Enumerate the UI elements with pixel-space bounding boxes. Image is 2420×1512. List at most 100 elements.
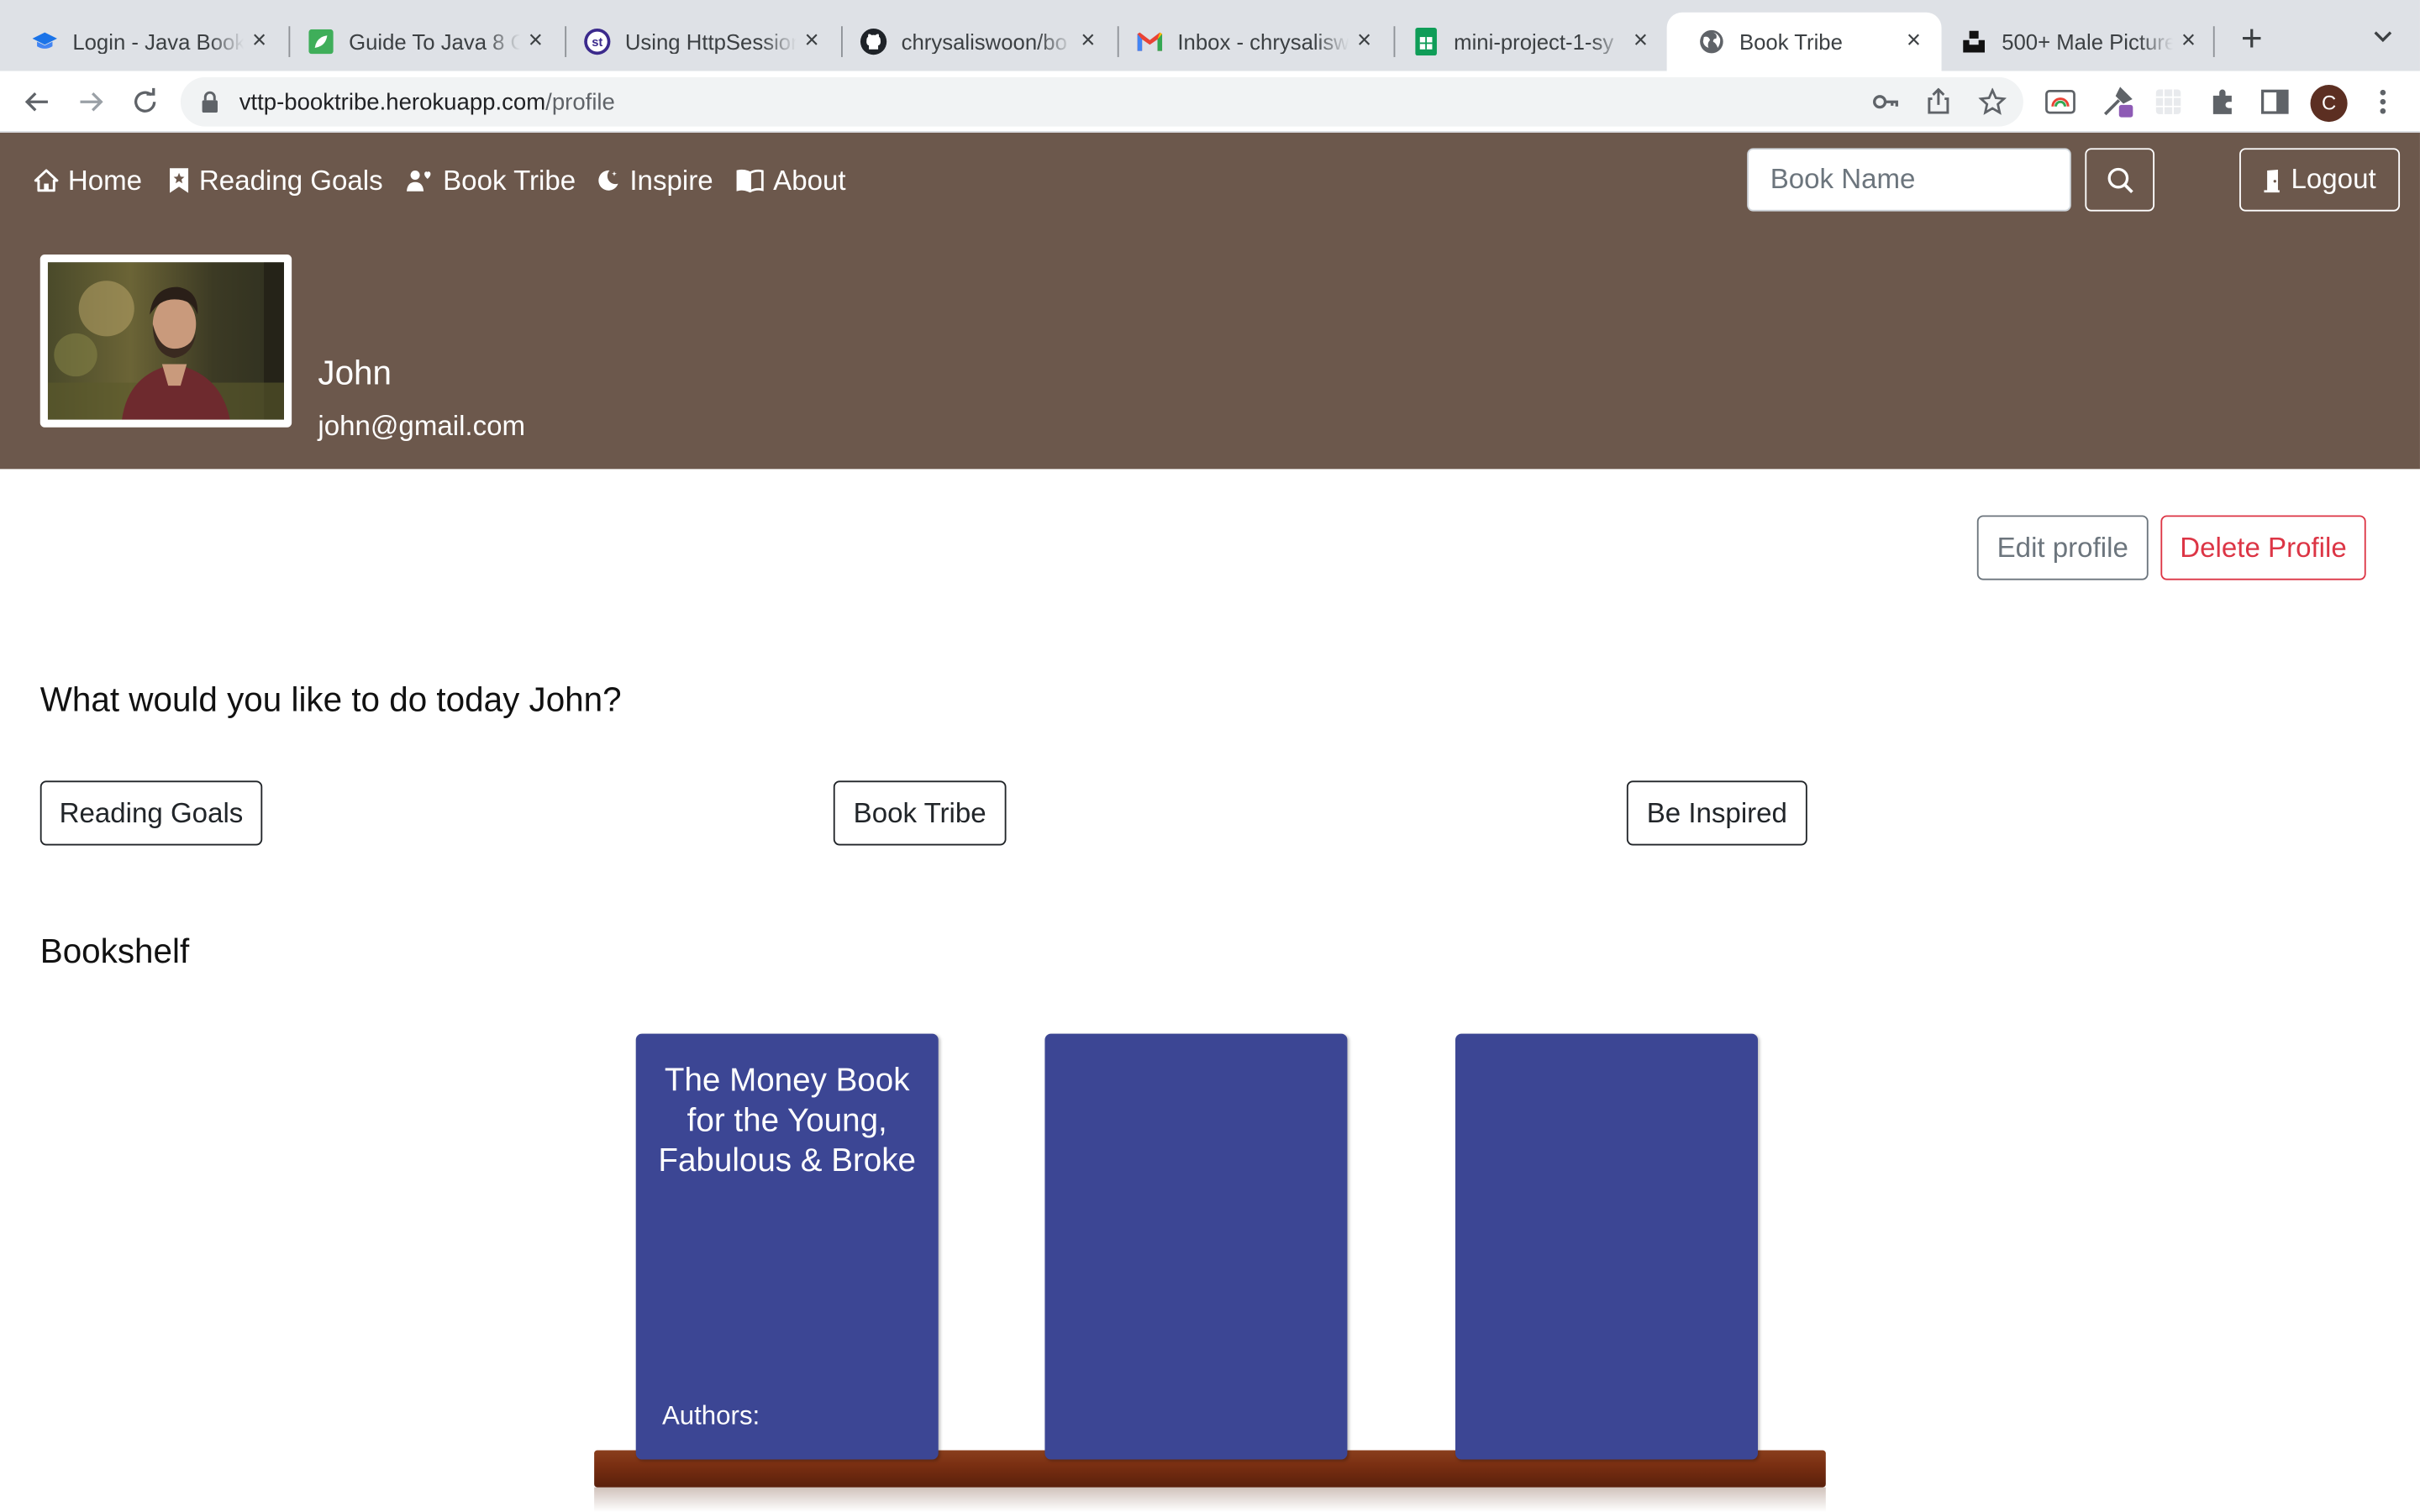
close-tab-icon[interactable]: × — [520, 28, 551, 55]
new-tab-button[interactable]: + — [2232, 19, 2272, 60]
profile-name: John — [318, 353, 392, 392]
close-tab-icon[interactable]: × — [2173, 28, 2204, 55]
side-panel-button[interactable] — [2256, 83, 2293, 120]
forward-button[interactable] — [72, 83, 109, 120]
share-icon[interactable] — [1926, 87, 1950, 116]
url-path: /profile — [545, 89, 615, 116]
tab-title: Guide To Java 8 Optional — [349, 29, 520, 55]
nav-reading-goals[interactable]: Reading Goals — [168, 164, 383, 197]
side-panel-icon — [2260, 89, 2289, 114]
eyedropper-icon — [2103, 87, 2133, 118]
nav-reading-goals-label: Reading Goals — [198, 164, 383, 196]
nav-book-tribe-label: Book Tribe — [443, 164, 576, 196]
reload-icon — [134, 87, 156, 113]
close-tab-icon[interactable]: × — [1898, 28, 1929, 55]
globe-icon — [1697, 28, 1725, 55]
reload-button[interactable] — [127, 83, 164, 120]
tab-separator — [2212, 26, 2215, 57]
tab-google-sheets[interactable]: mini-project-1-sy × — [1381, 13, 1669, 71]
extensions-button[interactable] — [2204, 83, 2241, 120]
man-portrait-image — [47, 262, 284, 420]
book-card[interactable] — [1044, 1033, 1348, 1460]
tab-title: Book Tribe — [1739, 29, 1843, 55]
more-vertical-icon — [2380, 89, 2386, 114]
book-title: The Money Book for the Young, Fabulous &… — [658, 1063, 917, 1179]
sheets-icon — [1413, 28, 1440, 56]
nav-home-label: Home — [67, 164, 143, 196]
greeting-heading: What would you like to do today John? — [39, 680, 622, 719]
close-tab-icon[interactable]: × — [1349, 28, 1380, 55]
gmail-icon — [1136, 28, 1164, 55]
lock-icon[interactable] — [201, 91, 219, 113]
site-header: Home Reading Goals Book Tribe Inspire Ab… — [0, 132, 2420, 470]
delete-profile-button[interactable]: Delete Profile — [2160, 515, 2366, 580]
close-tab-icon[interactable]: × — [1625, 28, 1656, 55]
browser-window: Login - Java Book × Guide To Java 8 Opti… — [0, 0, 2420, 1512]
puzzle-icon — [2212, 89, 2232, 114]
extension-eyedropper-button[interactable] — [2099, 83, 2136, 120]
tab-title: Inbox - chrysaliswoon — [1177, 29, 1349, 55]
nav-home[interactable]: Home — [34, 164, 142, 197]
browser-profile-avatar[interactable]: C — [2310, 85, 2348, 123]
url-text: vttp-booktribe.herokuapp.com/profile — [239, 90, 615, 116]
nav-inspire-label: Inspire — [629, 164, 713, 196]
close-tab-icon[interactable]: × — [797, 28, 828, 55]
reading-goals-button[interactable]: Reading Goals — [39, 780, 263, 846]
nav-inspire[interactable]: Inspire — [596, 164, 713, 197]
book-authors: Authors: — [661, 1400, 760, 1431]
github-icon — [860, 28, 887, 55]
key-icon[interactable] — [1872, 91, 1900, 113]
tab-httpsession[interactable]: st Using HttpSession × — [553, 13, 840, 71]
logout-label: Logout — [2291, 163, 2376, 195]
book-tribe-button[interactable]: Book Tribe — [833, 780, 1007, 846]
bookmark-star-icon — [170, 168, 189, 193]
tab-unsplash-pictures[interactable]: 500+ Male Pictures × — [1929, 13, 2217, 71]
shelf-shadow — [594, 1487, 1826, 1512]
tab-title: Using HttpSession — [624, 29, 797, 55]
star-icon[interactable] — [1978, 87, 2007, 116]
be-inspired-button[interactable]: Be Inspired — [1626, 780, 1807, 846]
st-logo-icon: st — [583, 28, 611, 55]
tab-gmail-inbox[interactable]: Inbox - chrysaliswoon × — [1105, 13, 1392, 71]
tab-title: 500+ Male Pictures — [2002, 29, 2174, 55]
close-tab-icon[interactable]: × — [1073, 28, 1104, 55]
browser-toolbar: vttp-booktribe.herokuapp.com/profile C — [0, 71, 2420, 133]
tab-book-tribe[interactable]: Book Tribe × — [1666, 12, 1942, 71]
tab-title: chrysaliswoon/bo — [901, 29, 1067, 55]
logout-button[interactable]: Logout — [2239, 148, 2401, 212]
edit-profile-button[interactable]: Edit profile — [1976, 515, 2149, 580]
book-search-input[interactable] — [1747, 148, 2071, 212]
extension-grid-button[interactable] — [2150, 83, 2187, 120]
nav-about[interactable]: About — [736, 164, 846, 197]
unsplash-icon — [1960, 28, 1988, 55]
book-icon — [736, 169, 764, 193]
nav-book-tribe[interactable]: Book Tribe — [406, 164, 576, 197]
search-icon — [2107, 166, 2133, 193]
extension-rainbow-icon — [2045, 89, 2075, 114]
book-card[interactable] — [1455, 1033, 1759, 1460]
extension-cast-button[interactable] — [2042, 83, 2079, 120]
address-bar[interactable]: vttp-booktribe.herokuapp.com/profile — [180, 76, 2023, 127]
book-card[interactable]: The Money Book for the Young, Fabulous &… — [635, 1033, 939, 1460]
house-icon — [34, 169, 59, 192]
arrow-right-icon — [80, 92, 103, 112]
grid-icon — [2155, 89, 2181, 114]
leaf-icon — [308, 28, 335, 55]
tab-java-book-login[interactable]: Login - Java Book × — [0, 13, 287, 71]
tab-title: Login - Java Book — [72, 29, 245, 55]
profile-photo-frame — [39, 255, 292, 428]
graduation-cap-icon — [31, 28, 59, 55]
bookshelf-heading: Bookshelf — [39, 932, 190, 971]
profile-photo — [47, 262, 284, 420]
tab-title: mini-project-1-sy — [1454, 29, 1614, 55]
door-icon — [2265, 169, 2281, 192]
profile-email: john@gmail.com — [318, 410, 526, 442]
tab-github[interactable]: chrysaliswoon/bo × — [829, 13, 1116, 71]
browser-menu-button[interactable] — [2365, 83, 2402, 120]
tab-search-button[interactable] — [2367, 24, 2398, 55]
svg-text:st: st — [592, 36, 602, 50]
search-button[interactable] — [2085, 148, 2155, 212]
back-button[interactable] — [18, 83, 55, 120]
close-tab-icon[interactable]: × — [244, 28, 275, 55]
tab-java-optional-guide[interactable]: Guide To Java 8 Optional × — [276, 13, 564, 71]
